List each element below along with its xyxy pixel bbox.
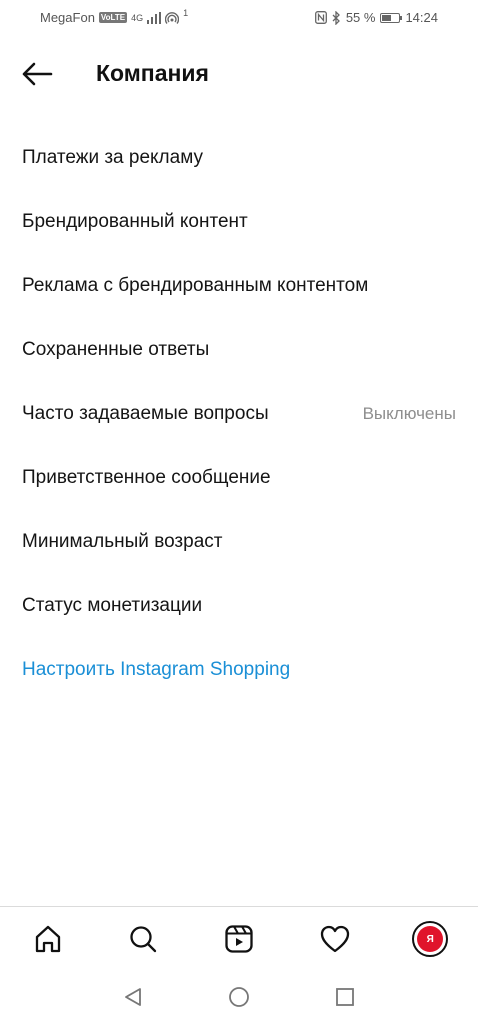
- menu-item-branded-content[interactable]: Брендированный контент: [0, 190, 478, 254]
- bluetooth-icon: [332, 10, 340, 25]
- back-button[interactable]: [18, 58, 58, 90]
- avatar: Я: [412, 921, 449, 957]
- menu-item-label: Настроить Instagram Shopping: [22, 659, 291, 680]
- hotspot-icon: [165, 11, 180, 24]
- arrow-left-icon: [22, 62, 53, 86]
- system-nav-bar: [0, 970, 478, 1024]
- circle-home-icon: [229, 987, 249, 1007]
- nfc-icon: [314, 11, 327, 24]
- status-left: MegaFon VoLTE 4G 1: [40, 7, 189, 26]
- battery-icon: [380, 12, 403, 23]
- page-title: Компания: [96, 60, 209, 86]
- nav-profile-button[interactable]: Я: [406, 915, 454, 963]
- menu-item-faq[interactable]: Часто задаваемые вопросы Выключены: [0, 382, 478, 446]
- hotspot-count: 1: [183, 7, 189, 18]
- page-header: Компания: [0, 48, 478, 100]
- menu-item-label: Статус монетизации: [22, 595, 203, 616]
- system-back-button[interactable]: [118, 982, 148, 1012]
- menu-item-label: Платежи за рекламу: [22, 147, 203, 168]
- faq-status-value: Выключены: [362, 404, 456, 423]
- avatar-image: Я: [417, 926, 444, 952]
- nav-home-button[interactable]: [24, 915, 72, 963]
- nav-reels-button[interactable]: [215, 915, 263, 963]
- menu-item-ad-payments[interactable]: Платежи за рекламу: [0, 126, 478, 190]
- menu-item-welcome-message[interactable]: Приветственное сообщение: [0, 446, 478, 510]
- reels-icon: [225, 925, 253, 953]
- settings-menu: Платежи за рекламу Брендированный контен…: [0, 126, 478, 702]
- menu-item-branded-content-ads[interactable]: Реклама с брендированным контентом: [0, 254, 478, 318]
- menu-item-label: Часто задаваемые вопросы: [22, 403, 269, 424]
- menu-item-label: Реклама с брендированным контентом: [22, 275, 369, 296]
- menu-item-minimum-age[interactable]: Минимальный возраст: [0, 510, 478, 574]
- signal-icon: [147, 11, 162, 24]
- menu-item-saved-replies[interactable]: Сохраненные ответы: [0, 318, 478, 382]
- volte-badge: VoLTE: [98, 12, 128, 23]
- battery-percent: 55 %: [345, 10, 376, 25]
- triangle-back-icon: [125, 988, 141, 1006]
- system-recents-button[interactable]: [330, 982, 360, 1012]
- clock-time: 14:24: [405, 10, 438, 25]
- home-icon: [35, 925, 60, 953]
- status-right: 55 % 14:24: [314, 10, 438, 25]
- system-home-button[interactable]: [224, 982, 254, 1012]
- battery-fill: [382, 14, 392, 21]
- network-type: 4G: [131, 12, 144, 23]
- menu-item-label: Брендированный контент: [22, 211, 248, 232]
- menu-item-label: Сохраненные ответы: [22, 339, 210, 360]
- bottom-nav: Я: [0, 906, 478, 971]
- menu-item-monetization-status[interactable]: Статус монетизации: [0, 574, 478, 638]
- menu-item-instagram-shopping[interactable]: Настроить Instagram Shopping: [0, 638, 478, 702]
- carrier-name: MegaFon: [40, 10, 95, 25]
- search-icon: [130, 926, 157, 953]
- nav-activity-button[interactable]: [311, 915, 359, 963]
- status-bar: MegaFon VoLTE 4G 1 55 % 14:24: [0, 0, 478, 36]
- heart-icon: [320, 925, 349, 953]
- nav-search-button[interactable]: [119, 915, 167, 963]
- square-recents-icon: [336, 988, 354, 1006]
- menu-item-label: Приветственное сообщение: [22, 467, 271, 488]
- menu-item-label: Минимальный возраст: [22, 531, 223, 552]
